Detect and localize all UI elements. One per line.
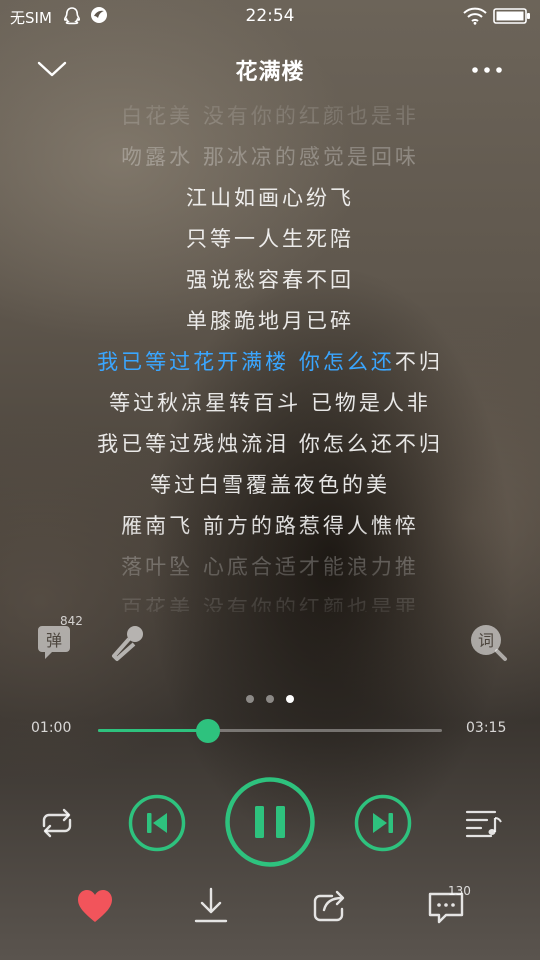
page-dot[interactable] [246, 695, 254, 703]
page-dot[interactable] [266, 695, 274, 703]
lyric-line: 雁南飞 前方的路惹得人憔悴 [121, 514, 419, 538]
status-time: 22:54 [245, 6, 295, 26]
danmu-icon[interactable]: 弹 [34, 622, 80, 662]
progress-fill [98, 729, 208, 732]
mic-icon[interactable] [108, 622, 148, 662]
danmu-label: 弹 [46, 631, 62, 650]
lyric-line: 百花美 没有你的红颜也是罪 [121, 596, 419, 612]
total-time: 03:15 [466, 720, 507, 736]
heart-icon[interactable] [76, 888, 114, 924]
status-bar: 无SIM 22:54 [0, 0, 540, 34]
lyric-line: 只等一人生死陪 [186, 227, 354, 251]
lyric-line: 吻露水 那冰凉的感觉是回味 [121, 145, 419, 169]
lyric-label: 词 [478, 631, 494, 650]
share-icon[interactable] [310, 888, 348, 924]
comment-count: 130 [448, 884, 471, 898]
lyric-line: 等过秋凉星转百斗 已物是人非 [109, 391, 431, 415]
next-icon[interactable] [354, 794, 412, 852]
lyric-line: 白花美 没有你的红颜也是非 [121, 104, 419, 128]
current-lyric-line: 我已等过花开满楼 你怎么还不归 [0, 346, 540, 376]
wifi-icon [463, 7, 487, 25]
playlist-icon[interactable] [464, 806, 504, 838]
progress-bar[interactable] [98, 719, 442, 743]
lyric-line: 江山如画心纷飞 [186, 186, 354, 210]
page-indicator [0, 688, 540, 703]
lyric-line: 我已等过残烛流泪 你怎么还不归 [97, 432, 443, 456]
pause-icon[interactable] [224, 776, 316, 868]
download-icon[interactable] [192, 886, 230, 924]
danmu-count: 842 [60, 614, 83, 628]
lyric-line: 等过白雪覆盖夜色的美 [150, 473, 390, 497]
current-lyric-rest: 不归 [394, 350, 443, 374]
lyrics-view[interactable]: 白花美 没有你的红颜也是非 吻露水 那冰凉的感觉是回味 江山如画心纷飞 只等一人… [0, 98, 540, 612]
song-title: 花满楼 [235, 60, 305, 85]
progress-thumb[interactable] [196, 719, 220, 743]
lyric-line: 单膝跪地月已碎 [186, 309, 354, 333]
current-time: 01:00 [31, 720, 72, 736]
current-lyric-sung: 我已等过花开满楼 你怎么还 [97, 350, 395, 374]
page-dot[interactable] [286, 695, 294, 703]
prev-icon[interactable] [128, 794, 186, 852]
lyric-line: 强说愁容春不回 [186, 268, 354, 292]
more-icon[interactable] [466, 58, 508, 82]
repeat-icon[interactable] [36, 806, 78, 840]
lyric-search-icon[interactable]: 词 [468, 622, 508, 662]
lyric-line: 落叶坠 心底合适才能浪力推 [121, 555, 419, 579]
battery-icon [493, 8, 530, 24]
